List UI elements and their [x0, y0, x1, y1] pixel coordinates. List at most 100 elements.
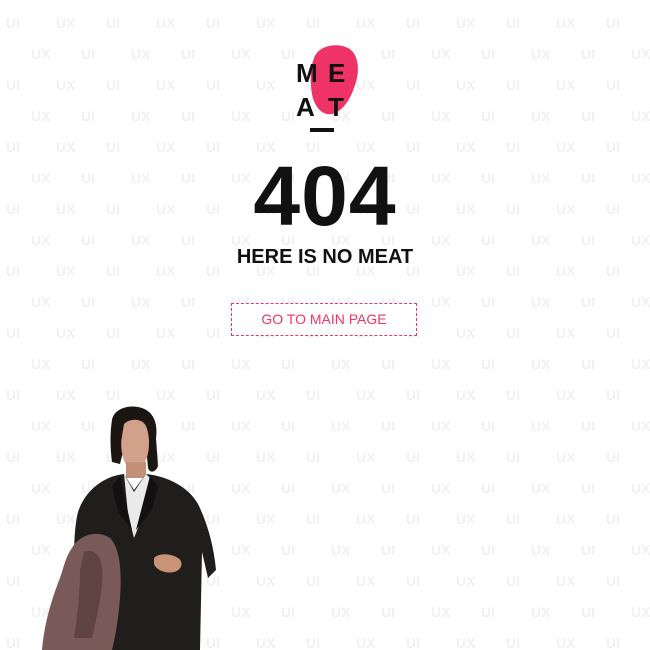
pattern-word: UI: [106, 77, 120, 93]
pattern-word: UX: [231, 418, 251, 434]
pattern-word: UI: [481, 46, 495, 62]
pattern-word: UI: [206, 325, 220, 341]
pattern-word: UI: [606, 449, 620, 465]
pattern-word: UX: [256, 573, 276, 589]
pattern-word: UX: [631, 604, 650, 620]
pattern-word: UX: [456, 573, 476, 589]
pattern-word: UX: [256, 15, 276, 31]
meat-logo[interactable]: M E A T: [292, 42, 362, 138]
pattern-word: UX: [556, 573, 576, 589]
pattern-word: UI: [206, 77, 220, 93]
pattern-word: UI: [281, 418, 295, 434]
pattern-word: UI: [506, 15, 520, 31]
pattern-word: UX: [231, 604, 251, 620]
pattern-word: UI: [606, 511, 620, 527]
logo-letter-e: E: [328, 58, 345, 88]
pattern-word: UX: [256, 387, 276, 403]
pattern-word: UX: [556, 325, 576, 341]
pattern-word: UX: [456, 511, 476, 527]
pattern-word: UX: [531, 480, 551, 496]
pattern-word: UX: [531, 418, 551, 434]
pattern-word: UI: [606, 15, 620, 31]
pattern-word: UX: [631, 356, 650, 372]
pattern-word: UI: [481, 356, 495, 372]
pattern-word: UX: [431, 294, 451, 310]
pattern-word: UX: [256, 449, 276, 465]
pattern-word: UX: [556, 635, 576, 650]
pattern-word: UI: [6, 511, 20, 527]
pattern-word: UX: [256, 635, 276, 650]
pattern-word: UI: [81, 108, 95, 124]
pattern-word: UX: [331, 418, 351, 434]
pattern-word: UI: [506, 635, 520, 650]
pattern-word: UI: [406, 449, 420, 465]
pattern-word: UI: [581, 480, 595, 496]
pattern-word: UI: [6, 77, 20, 93]
pattern-word: UX: [531, 294, 551, 310]
pattern-word: UX: [531, 46, 551, 62]
pattern-word: UI: [506, 325, 520, 341]
pattern-word: UI: [281, 542, 295, 558]
pattern-word: UX: [556, 387, 576, 403]
pattern-word: UX: [31, 108, 51, 124]
pattern-word: UI: [381, 418, 395, 434]
pattern-word: UX: [531, 542, 551, 558]
pattern-word: UX: [256, 77, 276, 93]
pattern-word: UI: [406, 77, 420, 93]
figure-neck: [126, 462, 146, 478]
pattern-word: UX: [56, 325, 76, 341]
pattern-word: UI: [506, 449, 520, 465]
pattern-word: UI: [106, 325, 120, 341]
pattern-word: UI: [306, 387, 320, 403]
pattern-word: UI: [481, 294, 495, 310]
pattern-word: UX: [531, 108, 551, 124]
pattern-word: UX: [556, 511, 576, 527]
go-to-main-page-button[interactable]: GO TO MAIN PAGE: [231, 303, 417, 336]
pattern-word: UI: [481, 480, 495, 496]
pattern-word: UX: [531, 356, 551, 372]
pattern-word: UI: [606, 77, 620, 93]
pattern-word: UI: [481, 604, 495, 620]
pattern-word: UX: [256, 511, 276, 527]
pattern-word: UI: [406, 511, 420, 527]
pattern-word: UI: [206, 387, 220, 403]
pattern-word: UX: [331, 356, 351, 372]
pattern-word: UI: [381, 46, 395, 62]
pattern-word: UX: [156, 77, 176, 93]
pattern-word: UX: [631, 418, 650, 434]
error-message: HERE IS NO MEAT: [236, 246, 414, 268]
pattern-word: UX: [156, 325, 176, 341]
pattern-word: UI: [106, 15, 120, 31]
pattern-word: UI: [306, 635, 320, 650]
pattern-word: UX: [456, 387, 476, 403]
pattern-word: UI: [581, 108, 595, 124]
pattern-word: UI: [381, 604, 395, 620]
pattern-word: UX: [131, 46, 151, 62]
pattern-word: UX: [131, 294, 151, 310]
pattern-word: UX: [556, 77, 576, 93]
pattern-word: UI: [406, 387, 420, 403]
pattern-word: UI: [81, 294, 95, 310]
pattern-word: UI: [606, 325, 620, 341]
pattern-word: UI: [6, 635, 20, 650]
pattern-word: UX: [156, 387, 176, 403]
pattern-word: UX: [531, 604, 551, 620]
pattern-word: UX: [456, 15, 476, 31]
pattern-word: UX: [556, 449, 576, 465]
logo-letter-m: M: [296, 58, 318, 88]
pattern-word: UI: [481, 108, 495, 124]
pattern-word: UI: [306, 573, 320, 589]
pattern-word: UX: [431, 46, 451, 62]
error-page: UX UI UX UI UX UI UX UI UX UI UX UI UX UI UX UI UI UX UI UX…: [0, 0, 650, 650]
pattern-word: UX: [356, 449, 376, 465]
pattern-word: UI: [481, 418, 495, 434]
pattern-word: UI: [181, 294, 195, 310]
pattern-word: UI: [106, 387, 120, 403]
pattern-word: UX: [231, 542, 251, 558]
pattern-word: UI: [281, 480, 295, 496]
pattern-word: UI: [506, 573, 520, 589]
pattern-word: UX: [331, 604, 351, 620]
pattern-word: UX: [156, 15, 176, 31]
pattern-word: UX: [431, 356, 451, 372]
pattern-word: UI: [6, 449, 20, 465]
